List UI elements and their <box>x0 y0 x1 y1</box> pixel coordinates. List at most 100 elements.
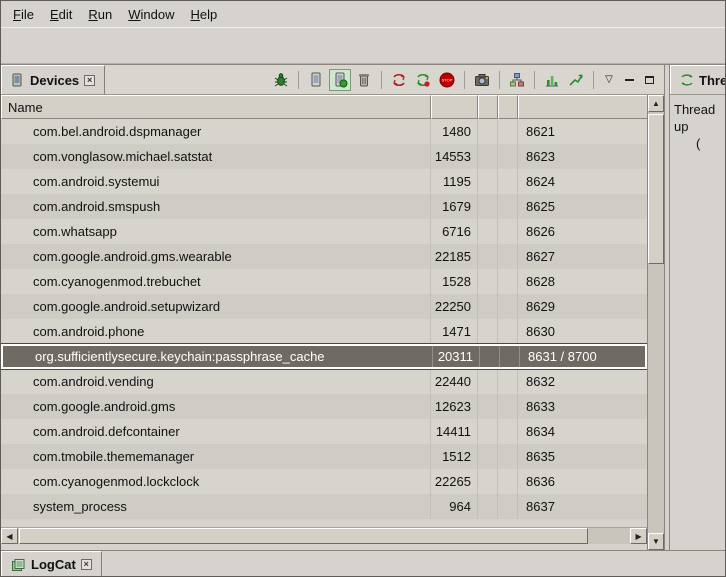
table-row[interactable]: com.whatsapp 6716 8626 <box>1 219 647 244</box>
debug-icon[interactable] <box>270 69 292 91</box>
toolbar-separator <box>298 71 299 89</box>
process-pid: 12623 <box>431 394 478 419</box>
column-header-port <box>518 95 647 119</box>
process-pid: 1528 <box>431 269 478 294</box>
column-header-pid <box>431 95 478 119</box>
dump-hprof-icon[interactable] <box>329 69 351 91</box>
process-pid: 1679 <box>431 194 478 219</box>
process-table: Name com.bel.android.dspmanager 1480 862… <box>1 95 664 550</box>
process-port: 8627 <box>518 244 647 269</box>
menu-window[interactable]: Window <box>120 4 182 25</box>
h-scroll-track[interactable] <box>18 528 630 544</box>
table-row[interactable]: org.sufficientlysecure.keychain:passphra… <box>1 344 647 369</box>
process-name: com.whatsapp <box>1 219 431 244</box>
process-name: system_process <box>1 494 431 519</box>
tab-logcat-close-icon[interactable]: × <box>81 559 92 570</box>
process-name: com.google.android.gms <box>1 394 431 419</box>
tab-logcat[interactable]: LogCat × <box>1 551 102 577</box>
bottom-tabbar: LogCat × <box>1 550 725 577</box>
minimize-icon[interactable] <box>620 71 638 89</box>
process-port: 8634 <box>518 419 647 444</box>
process-pid: 964 <box>431 494 478 519</box>
menu-help[interactable]: Help <box>182 4 225 25</box>
toolbar-separator <box>464 71 465 89</box>
scroll-up-icon[interactable]: ▲ <box>648 95 664 112</box>
threads-tabbar: Threads <box>670 65 725 95</box>
process-port: 8632 <box>518 369 647 394</box>
threads-message: Thread up ( <box>670 95 725 158</box>
process-name: com.bel.android.dspmanager <box>1 119 431 144</box>
update-heap-icon[interactable] <box>305 69 327 91</box>
scroll-left-icon[interactable]: ◀ <box>1 528 18 544</box>
process-pid: 22250 <box>431 294 478 319</box>
process-pid: 22265 <box>431 469 478 494</box>
process-pid: 22185 <box>431 244 478 269</box>
process-pid: 14553 <box>431 144 478 169</box>
process-pid: 1480 <box>431 119 478 144</box>
process-name: com.android.smspush <box>1 194 431 219</box>
horizontal-scrollbar[interactable]: ◀ ▶ <box>1 527 647 544</box>
maximize-icon[interactable] <box>640 71 658 89</box>
table-row[interactable]: com.bel.android.dspmanager 1480 8621 <box>1 119 647 144</box>
process-name: com.android.phone <box>1 319 431 344</box>
table-row[interactable]: com.google.android.gms.wearable 22185 86… <box>1 244 647 269</box>
table-row[interactable]: system_process 964 8637 <box>1 494 647 519</box>
v-scroll-track[interactable] <box>648 112 664 533</box>
vertical-scrollbar[interactable]: ▲ ▼ <box>647 95 664 550</box>
process-pid: 14411 <box>431 419 478 444</box>
table-row[interactable]: com.cyanogenmod.trebuchet 1528 8628 <box>1 269 647 294</box>
sysinfo-chart-icon[interactable] <box>565 69 587 91</box>
process-name: com.android.systemui <box>1 169 431 194</box>
devices-view: Devices × <box>1 65 665 550</box>
top-toolbar <box>1 27 725 64</box>
table-row[interactable]: com.android.systemui 1195 8624 <box>1 169 647 194</box>
table-row[interactable]: com.android.phone 1471 8630 <box>1 319 647 344</box>
method-profiling-icon[interactable] <box>412 69 434 91</box>
v-scroll-thumb[interactable] <box>648 114 664 264</box>
h-scroll-thumb[interactable] <box>19 528 588 544</box>
process-pid: 1195 <box>431 169 478 194</box>
process-port: 8624 <box>518 169 647 194</box>
hierarchy-view-icon[interactable] <box>506 69 528 91</box>
scroll-down-icon[interactable]: ▼ <box>648 533 664 550</box>
scroll-right-icon[interactable]: ▶ <box>630 528 647 544</box>
process-table-body: com.bel.android.dspmanager 1480 8621 com… <box>1 119 647 527</box>
process-name: com.vonglasow.michael.satstat <box>1 144 431 169</box>
table-row[interactable]: com.vonglasow.michael.satstat 14553 8623 <box>1 144 647 169</box>
cause-gc-icon[interactable] <box>353 69 375 91</box>
process-port: 8621 <box>518 119 647 144</box>
process-port: 8636 <box>518 469 647 494</box>
ddms-window: File Edit Run Window Help Devices × <box>0 0 726 577</box>
tab-devices[interactable]: Devices × <box>1 65 105 94</box>
process-name: com.android.vending <box>1 369 431 394</box>
process-name: com.cyanogenmod.lockclock <box>1 469 431 494</box>
table-row[interactable]: com.cyanogenmod.lockclock 22265 8636 <box>1 469 647 494</box>
menu-run[interactable]: Run <box>80 4 120 25</box>
process-name: com.tmobile.thememanager <box>1 444 431 469</box>
table-row[interactable]: com.google.android.gms 12623 8633 <box>1 394 647 419</box>
tab-devices-close-icon[interactable]: × <box>84 75 95 86</box>
column-header-c2 <box>498 95 518 119</box>
view-menu-icon[interactable]: ▽ <box>600 71 618 89</box>
update-threads-icon[interactable] <box>388 69 410 91</box>
process-port: 8628 <box>518 269 647 294</box>
toolbar-separator <box>593 71 594 89</box>
table-row[interactable]: com.android.smspush 1679 8625 <box>1 194 647 219</box>
menu-edit[interactable]: Edit <box>42 4 80 25</box>
threads-icon <box>680 73 694 87</box>
stop-process-icon[interactable]: STOP <box>436 69 458 91</box>
toolbar-separator <box>381 71 382 89</box>
tab-logcat-label: LogCat <box>31 557 76 572</box>
table-row[interactable]: com.android.vending 22440 8632 <box>1 369 647 394</box>
process-port: 8626 <box>518 219 647 244</box>
screen-capture-icon[interactable] <box>471 69 493 91</box>
process-port: 8635 <box>518 444 647 469</box>
process-pid: 6716 <box>431 219 478 244</box>
table-row[interactable]: com.tmobile.thememanager 1512 8635 <box>1 444 647 469</box>
table-row[interactable]: com.google.android.setupwizard 22250 862… <box>1 294 647 319</box>
tab-threads[interactable]: Threads <box>670 65 725 94</box>
table-row[interactable]: com.android.defcontainer 14411 8634 <box>1 419 647 444</box>
sysinfo-bars-icon[interactable] <box>541 69 563 91</box>
process-name: com.cyanogenmod.trebuchet <box>1 269 431 294</box>
menu-file[interactable]: File <box>5 4 42 25</box>
